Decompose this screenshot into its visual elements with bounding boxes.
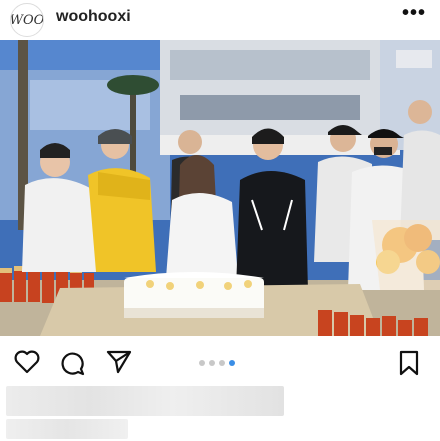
carousel-dot bbox=[219, 360, 225, 366]
carousel-dot bbox=[229, 360, 235, 366]
celebration-photo-image bbox=[0, 40, 440, 336]
carousel-dot bbox=[199, 360, 205, 366]
bookmark-icon[interactable] bbox=[398, 350, 420, 381]
caption-blurred bbox=[6, 386, 284, 416]
username[interactable]: woohooxi bbox=[56, 8, 131, 26]
more-options-button[interactable]: ••• bbox=[402, 2, 426, 25]
caption-blurred-line-2 bbox=[6, 419, 128, 439]
avatar[interactable]: WOO bbox=[10, 3, 44, 37]
post-header: WOO woohooxi ••• bbox=[0, 0, 440, 40]
carousel-dot bbox=[209, 360, 215, 366]
carousel-indicator bbox=[199, 360, 235, 366]
post-photo[interactable] bbox=[0, 40, 440, 336]
heart-icon[interactable] bbox=[14, 350, 40, 379]
share-icon[interactable] bbox=[106, 350, 132, 379]
comment-icon[interactable] bbox=[60, 350, 86, 381]
